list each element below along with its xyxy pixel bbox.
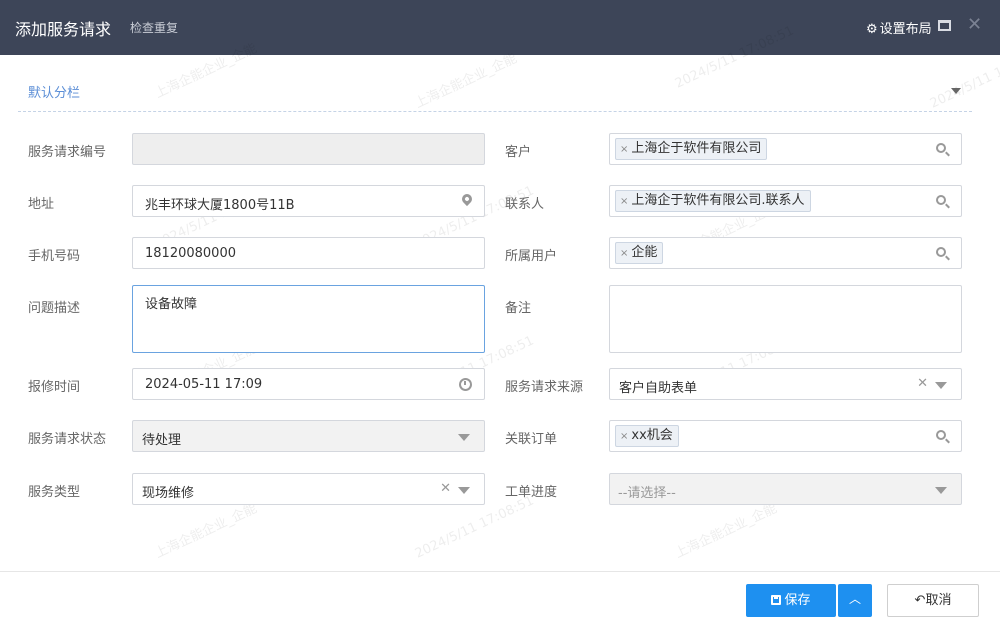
request-source-select[interactable]: 客户自助表单 ✕: [609, 368, 962, 400]
search-icon[interactable]: [936, 247, 950, 261]
owner-user-field[interactable]: × 企能: [609, 237, 962, 269]
watermark: 上海企能企业_企能: [152, 501, 260, 562]
close-icon[interactable]: ✕: [967, 14, 982, 35]
request-status-select[interactable]: 待处理: [132, 420, 485, 452]
remove-tag-icon[interactable]: ×: [620, 144, 628, 155]
contact-label: 联系人: [505, 197, 545, 212]
chevron-down-icon[interactable]: [458, 487, 470, 494]
section-divider: [18, 111, 972, 112]
cancel-button[interactable]: ↶取消: [887, 584, 979, 617]
service-request-no-field: [132, 133, 485, 165]
owner-user-tag-label: 企能: [631, 245, 658, 260]
collapse-caret-icon[interactable]: [951, 88, 961, 94]
remark-label: 备注: [505, 301, 532, 316]
footer-divider: [0, 571, 1000, 572]
report-time-value: 2024-05-11 17:09: [145, 377, 263, 392]
save-button[interactable]: 保存: [746, 584, 836, 617]
address-field[interactable]: 兆丰环球大厦1800号11B: [132, 185, 485, 217]
owner-user-tag: × 企能: [615, 242, 664, 264]
request-status-value: 待处理: [142, 433, 182, 448]
service-type-select[interactable]: 现场维修 ✕: [132, 473, 485, 505]
save-options-button[interactable]: ︿: [838, 584, 872, 617]
watermark: 上海企能企业_企能: [412, 51, 520, 112]
undo-icon: ↶: [914, 593, 926, 608]
request-source-value: 客户自助表单: [619, 381, 698, 396]
related-order-tag: × xx机会: [615, 425, 679, 447]
maximize-icon[interactable]: [938, 20, 951, 31]
section-title[interactable]: 默认分栏: [28, 82, 80, 101]
search-icon[interactable]: [936, 430, 950, 444]
gear-icon: ⚙: [866, 22, 878, 37]
phone-value: 18120080000: [145, 246, 236, 261]
contact-field[interactable]: × 上海企于软件有限公司.联系人: [609, 185, 962, 217]
clock-icon[interactable]: [459, 378, 472, 391]
request-source-label: 服务请求来源: [505, 380, 584, 395]
related-order-field[interactable]: × xx机会: [609, 420, 962, 452]
chevron-down-icon[interactable]: [458, 434, 470, 441]
problem-desc-textarea[interactable]: 设备故障: [132, 285, 485, 353]
phone-field[interactable]: 18120080000: [132, 237, 485, 269]
problem-desc-value: 设备故障: [145, 297, 198, 312]
chevron-up-icon: ︿: [848, 592, 861, 606]
remark-textarea[interactable]: [609, 285, 962, 353]
customer-label: 客户: [505, 145, 532, 160]
customer-field[interactable]: × 上海企于软件有限公司: [609, 133, 962, 165]
customer-tag-label: 上海企于软件有限公司: [631, 141, 762, 156]
cancel-button-label: 取消: [925, 593, 952, 608]
related-order-label: 关联订单: [505, 432, 558, 447]
contact-tag-label: 上海企于软件有限公司.联系人: [631, 193, 805, 208]
chevron-down-icon[interactable]: [935, 487, 947, 494]
address-label: 地址: [28, 197, 55, 212]
dialog-header: 添加服务请求 检查重复 ⚙ 设置布局 ✕: [0, 0, 1000, 55]
related-order-tag-label: xx机会: [631, 428, 673, 443]
request-status-label: 服务请求状态: [28, 432, 107, 447]
search-icon[interactable]: [936, 143, 950, 157]
remove-tag-icon[interactable]: ×: [620, 196, 628, 207]
save-icon: [771, 595, 782, 605]
contact-tag: × 上海企于软件有限公司.联系人: [615, 190, 811, 212]
address-value: 兆丰环球大厦1800号11B: [145, 198, 295, 213]
chevron-down-icon[interactable]: [935, 382, 947, 389]
remove-tag-icon[interactable]: ×: [620, 431, 628, 442]
work-progress-placeholder: --请选择--: [618, 486, 676, 501]
remove-tag-icon[interactable]: ×: [620, 248, 628, 259]
check-duplicate-link[interactable]: 检查重复: [130, 19, 178, 36]
clear-icon[interactable]: ✕: [917, 376, 928, 391]
save-button-label: 保存: [784, 593, 811, 608]
customer-tag: × 上海企于软件有限公司: [615, 138, 768, 160]
layout-settings-label: 设置布局: [879, 22, 932, 37]
layout-settings-button[interactable]: ⚙ 设置布局: [866, 18, 932, 37]
service-request-no-label: 服务请求编号: [28, 145, 107, 160]
service-type-label: 服务类型: [28, 485, 81, 500]
clear-icon[interactable]: ✕: [440, 481, 451, 496]
location-pin-icon[interactable]: [459, 191, 475, 207]
watermark: 上海企能企业_企能: [672, 501, 780, 562]
owner-user-label: 所属用户: [505, 249, 558, 264]
work-progress-select[interactable]: --请选择--: [609, 473, 962, 505]
work-progress-label: 工单进度: [505, 485, 558, 500]
problem-desc-label: 问题描述: [28, 301, 81, 316]
dialog-title: 添加服务请求: [15, 20, 112, 39]
search-icon[interactable]: [936, 195, 950, 209]
report-time-field[interactable]: 2024-05-11 17:09: [132, 368, 485, 400]
phone-label: 手机号码: [28, 249, 81, 264]
service-type-value: 现场维修: [142, 486, 195, 501]
report-time-label: 报修时间: [28, 380, 81, 395]
